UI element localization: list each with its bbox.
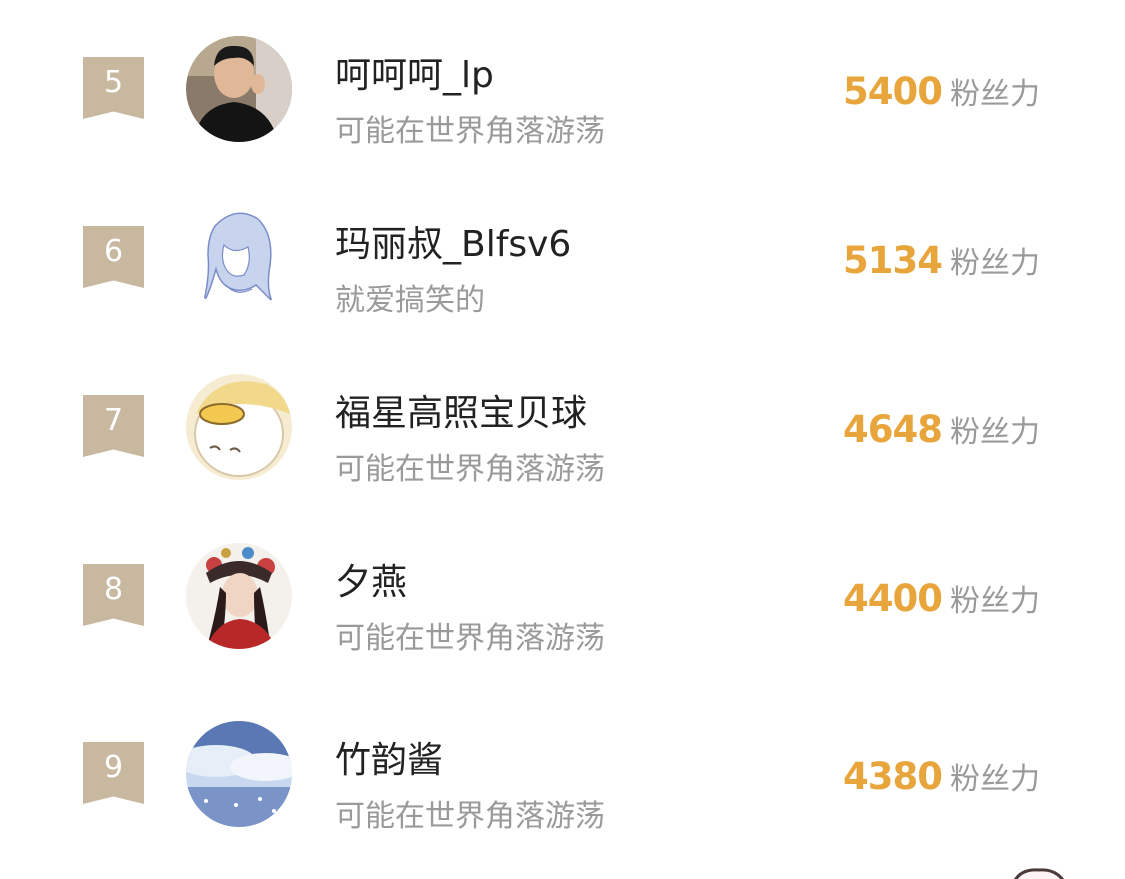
username[interactable]: 福星高照宝贝球 (335, 384, 587, 436)
user-bio: 可能在世界角落游荡 (335, 621, 605, 656)
fan-power-value: 4380 (843, 755, 943, 798)
fan-power-value: 4648 (843, 408, 943, 451)
rank-number: 8 (103, 572, 124, 607)
fan-power-unit: 粉丝力 (949, 762, 1040, 797)
rank-badge: 5 (83, 57, 144, 119)
ranking-row[interactable]: 7 福星高照宝贝球 可能在世界角落游荡 4648 粉丝力 (0, 374, 1125, 543)
fan-power-value: 4400 (843, 577, 943, 620)
fan-power-unit: 粉丝力 (949, 584, 1040, 619)
rank-number: 7 (103, 403, 124, 438)
sticker-icon (1014, 868, 1064, 879)
avatar[interactable] (186, 721, 292, 827)
ranking-row[interactable]: 6 玛丽叔_Blfsv6 就爱搞笑的 5134 粉丝力 (0, 205, 1125, 374)
username[interactable]: 玛丽叔_Blfsv6 (335, 215, 571, 267)
username[interactable]: 竹韵酱 (335, 731, 443, 783)
fan-power: 4380 粉丝力 (843, 754, 1040, 798)
avatar[interactable] (186, 543, 292, 649)
fan-power-unit: 粉丝力 (949, 77, 1040, 112)
avatar-sketch-girl-icon (186, 205, 292, 311)
rank-number: 6 (103, 234, 124, 269)
rank-badge: 8 (83, 564, 144, 626)
ranking-row[interactable]: 9 竹韵酱 可能在世界角落游荡 4380 粉丝力 (0, 721, 1125, 879)
avatar-opera-woman-icon (186, 543, 292, 649)
user-bio: 可能在世界角落游荡 (335, 452, 605, 487)
rank-badge: 9 (83, 742, 144, 804)
ranking-row[interactable]: 5 呵呵呵_lp 可能在世界角落游荡 5400 粉丝力 (0, 36, 1125, 205)
rank-badge: 6 (83, 226, 144, 288)
avatar-photo-man-icon (186, 36, 292, 142)
fan-power-unit: 粉丝力 (949, 415, 1040, 450)
avatar[interactable] (186, 205, 292, 311)
fan-power: 5400 粉丝力 (843, 69, 1040, 113)
avatar-sky-landscape-icon (186, 721, 292, 827)
ranking-row[interactable]: 8 夕燕 可能在世界角落游荡 4400 粉丝力 (0, 543, 1125, 712)
avatar[interactable] (186, 36, 292, 142)
fan-power: 4648 粉丝力 (843, 407, 1040, 451)
avatar-duck-icon (186, 374, 292, 480)
fan-ranking-list: 5 呵呵呵_lp 可能在世界角落游荡 5400 粉丝力 6 玛丽叔_Blfsv6… (0, 0, 1125, 879)
avatar[interactable] (186, 374, 292, 480)
rank-number: 9 (103, 750, 124, 785)
rank-number: 5 (103, 65, 124, 100)
username[interactable]: 呵呵呵_lp (335, 46, 494, 98)
fan-power-value: 5134 (843, 239, 943, 282)
fan-power: 4400 粉丝力 (843, 576, 1040, 620)
user-bio: 可能在世界角落游荡 (335, 114, 605, 149)
user-bio: 就爱搞笑的 (335, 283, 485, 318)
rank-badge: 7 (83, 395, 144, 457)
fan-power-value: 5400 (843, 70, 943, 113)
fan-power-unit: 粉丝力 (949, 246, 1040, 281)
fan-power: 5134 粉丝力 (843, 238, 1040, 282)
username[interactable]: 夕燕 (335, 553, 407, 605)
user-bio: 可能在世界角落游荡 (335, 799, 605, 834)
